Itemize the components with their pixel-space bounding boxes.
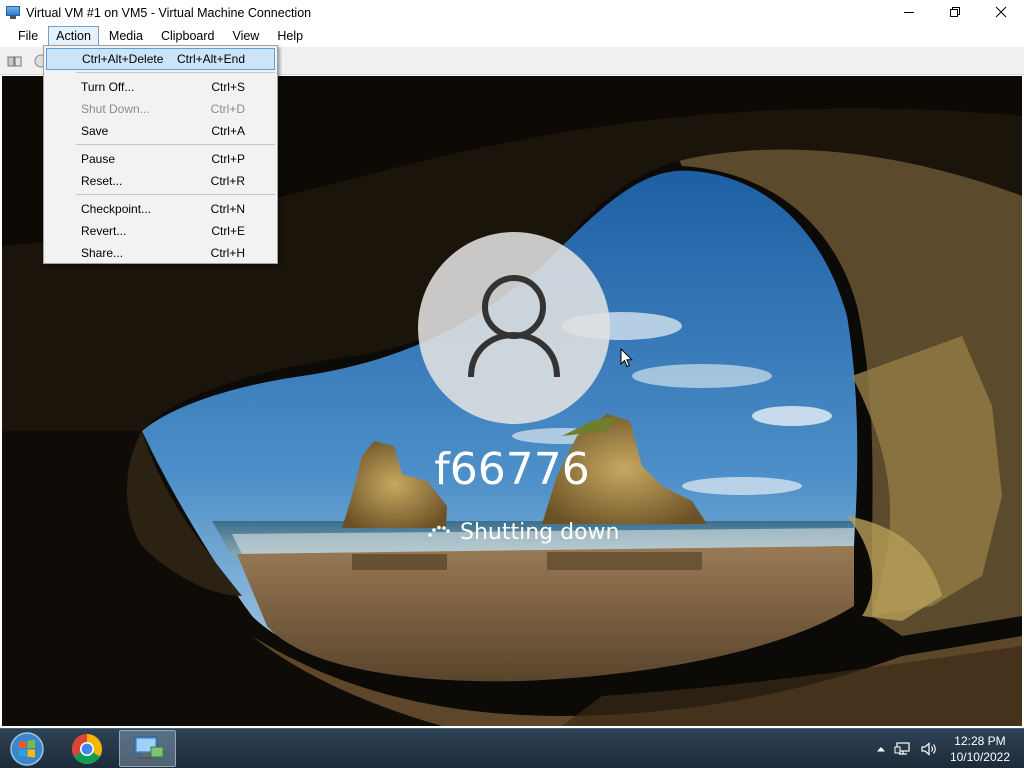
- shutdown-status: Shutting down: [426, 520, 619, 545]
- taskbar-vm-connection[interactable]: [119, 730, 176, 767]
- menu-item-shortcut: Ctrl+P: [211, 152, 245, 166]
- menu-item-label: Shut Down...: [81, 102, 150, 116]
- show-hidden-icons-button[interactable]: [876, 745, 886, 753]
- menu-ctrl-alt-delete[interactable]: Ctrl+Alt+Delete Ctrl+Alt+End: [46, 48, 275, 70]
- menu-item-shortcut: Ctrl+N: [210, 202, 245, 216]
- menu-share[interactable]: Share... Ctrl+H: [46, 242, 275, 264]
- menu-item-shortcut: Ctrl+Alt+End: [176, 52, 245, 66]
- menu-checkpoint[interactable]: Checkpoint... Ctrl+N: [46, 198, 275, 220]
- minimize-button[interactable]: [886, 0, 932, 24]
- menu-revert[interactable]: Revert... Ctrl+E: [46, 220, 275, 242]
- user-avatar: [418, 232, 610, 424]
- username-label: f66776: [434, 444, 590, 495]
- close-button[interactable]: [978, 0, 1024, 24]
- window-title: Virtual VM #1 on VM5 - Virtual Machine C…: [26, 6, 312, 20]
- system-tray: 12:28 PM 10/10/2022: [876, 729, 1024, 768]
- clock-date: 10/10/2022: [949, 750, 1010, 764]
- menu-help[interactable]: Help: [269, 26, 311, 47]
- title-bar[interactable]: Virtual VM #1 on VM5 - Virtual Machine C…: [0, 0, 1024, 26]
- action-menu-dropdown: Ctrl+Alt+Delete Ctrl+Alt+End Turn Off...…: [43, 45, 278, 264]
- menu-item-shortcut: Ctrl+S: [211, 80, 245, 94]
- user-icon: [468, 275, 560, 378]
- menu-view[interactable]: View: [224, 26, 267, 47]
- network-tray-button[interactable]: [894, 741, 912, 757]
- restore-icon: [950, 7, 960, 17]
- restore-button[interactable]: [932, 0, 978, 24]
- menu-turn-off[interactable]: Turn Off... Ctrl+S: [46, 76, 275, 98]
- menu-item-label: Revert...: [81, 224, 127, 238]
- start-button[interactable]: [8, 731, 46, 767]
- menu-reset[interactable]: Reset... Ctrl+R: [46, 170, 275, 192]
- taskbar: 12:28 PM 10/10/2022: [0, 728, 1024, 768]
- menu-item-shortcut: Ctrl+D: [210, 102, 245, 116]
- ctrl-alt-del-icon: [7, 56, 22, 66]
- menu-item-label: Turn Off...: [81, 80, 135, 94]
- network-icon: [894, 742, 910, 755]
- menu-item-label: Save: [81, 124, 109, 138]
- close-icon: [995, 6, 1007, 18]
- menu-item-shortcut: Ctrl+A: [211, 124, 245, 138]
- virtual-machine-connection-icon: [134, 736, 163, 759]
- status-text: Shutting down: [460, 520, 620, 545]
- windows-start-icon: [10, 732, 44, 766]
- menu-item-shortcut: Ctrl+H: [210, 246, 245, 260]
- menu-item-label: Checkpoint...: [81, 202, 152, 216]
- volume-icon: [921, 742, 936, 756]
- menu-bar: File Action Media Clipboard View Help: [0, 26, 1024, 47]
- ctrl-alt-del-toolbar-button[interactable]: [6, 53, 24, 69]
- window-controls: [886, 0, 1024, 26]
- volume-tray-button[interactable]: [920, 741, 938, 757]
- chrome-icon: [71, 733, 102, 764]
- taskbar-chrome[interactable]: [58, 730, 115, 767]
- menu-action[interactable]: Action: [48, 26, 99, 47]
- minimize-icon: [904, 12, 914, 13]
- menu-item-label: Pause: [81, 152, 116, 166]
- mouse-cursor-icon: [620, 348, 634, 368]
- menu-clipboard[interactable]: Clipboard: [153, 26, 223, 47]
- clock-time: 12:28 PM: [954, 734, 1006, 748]
- show-hidden-icons-icon: [876, 747, 885, 752]
- menu-shut-down[interactable]: Shut Down... Ctrl+D: [46, 98, 275, 120]
- taskbar-clock[interactable]: 12:28 PM 10/10/2022: [950, 733, 1010, 765]
- menu-item-label: Reset...: [81, 174, 123, 188]
- menu-file[interactable]: File: [10, 26, 46, 47]
- menu-media[interactable]: Media: [101, 26, 151, 47]
- menu-save[interactable]: Save Ctrl+A: [46, 120, 275, 142]
- menu-pause[interactable]: Pause Ctrl+P: [46, 148, 275, 170]
- menu-item-label: Share...: [81, 246, 124, 260]
- menu-item-shortcut: Ctrl+R: [210, 174, 245, 188]
- vm-connection-icon: [5, 6, 21, 20]
- menu-item-shortcut: Ctrl+E: [211, 224, 245, 238]
- loading-spinner-icon: [428, 525, 450, 537]
- menu-item-label: Ctrl+Alt+Delete: [82, 52, 164, 66]
